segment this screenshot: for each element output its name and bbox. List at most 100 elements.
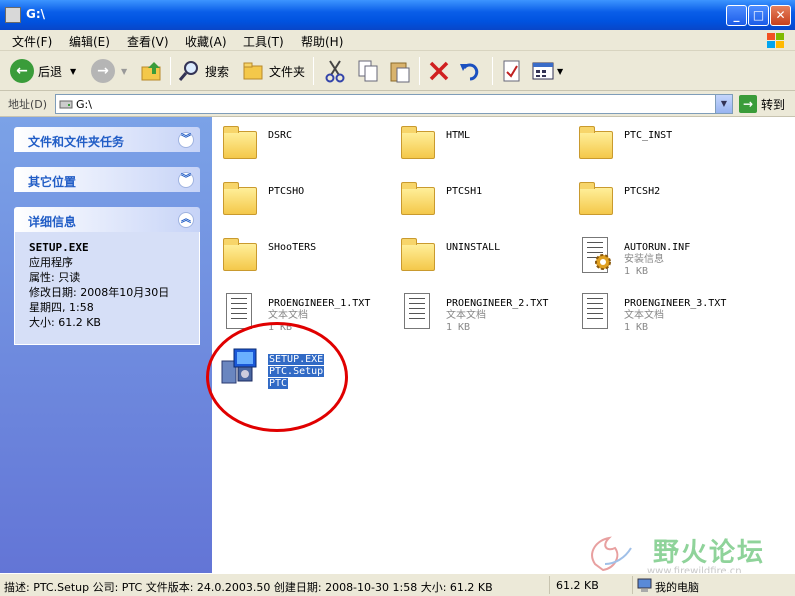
maximize-button[interactable]: □	[748, 5, 769, 26]
file-name: AUTORUN.INF	[624, 242, 691, 253]
menu-bar: 文件(F) 编辑(E) 查看(V) 收藏(A) 工具(T) 帮助(H)	[0, 30, 795, 51]
menu-help[interactable]: 帮助(H)	[301, 33, 343, 50]
folder-icon	[398, 123, 438, 163]
file-name: PTC_INST	[624, 130, 673, 141]
close-button[interactable]: ✕	[770, 5, 791, 26]
delete-icon	[429, 61, 449, 81]
toolbar: ← 后退 ▼ → ▼ 搜索 文件夹 ▼	[0, 51, 795, 91]
address-dropdown-button[interactable]: ▼	[715, 95, 732, 113]
go-label: 转到	[761, 97, 786, 112]
file-name: DSRC	[268, 130, 293, 141]
scissors-icon	[325, 60, 345, 83]
collapse-chevron-icon[interactable]: ︽	[178, 212, 194, 228]
folder-item[interactable]: PTCSH2	[576, 179, 660, 219]
folder-icon	[398, 179, 438, 219]
status-size: 61.2 KB	[556, 579, 599, 592]
file-item[interactable]: PROENGINEER_2.TXT 文本文档 1 KB	[398, 291, 548, 334]
folder-icon	[576, 179, 616, 219]
details-attributes: 属性: 只读	[29, 271, 81, 284]
details-title: 详细信息	[28, 215, 77, 229]
file-tasks-panel: 文件和文件夹任务 ︾	[14, 127, 200, 152]
folder-icon	[220, 123, 260, 163]
folder-item[interactable]: SHooTERS	[220, 235, 316, 275]
details-modified-day: 星期四, 1:58	[29, 301, 94, 314]
window-title: G:\	[26, 7, 46, 21]
properties-button[interactable]	[500, 57, 524, 85]
folders-label: 文件夹	[269, 64, 306, 79]
back-label: 后退	[38, 64, 63, 79]
paste-icon	[390, 62, 410, 83]
file-name: PTCSH1	[446, 186, 483, 197]
file-tasks-header[interactable]: 文件和文件夹任务 ︾	[14, 127, 200, 152]
menu-favorites[interactable]: 收藏(A)	[185, 33, 227, 50]
folder-icon	[398, 235, 438, 275]
title-bar[interactable]: G:\ _ □ ✕	[0, 0, 795, 30]
file-name: PTCSHO	[268, 186, 305, 197]
delete-button[interactable]	[427, 57, 451, 85]
expand-chevron-icon[interactable]: ︾	[178, 172, 194, 188]
copy-icon	[358, 60, 378, 82]
address-input[interactable]: G:\ ▼	[55, 94, 733, 114]
setup-info-icon	[576, 235, 616, 275]
folder-item[interactable]: PTCSHO	[220, 179, 304, 219]
file-tasks-title: 文件和文件夹任务	[28, 135, 125, 149]
file-type: 安装信息	[624, 254, 664, 265]
file-name: PROENGINEER_3.TXT	[624, 298, 727, 309]
details-panel: 详细信息 ︽ SETUP.EXE 应用程序 属性: 只读 修改日期: 2008年…	[14, 207, 200, 345]
cut-button[interactable]	[323, 57, 347, 85]
file-name: PTCSH2	[624, 186, 661, 197]
folders-button[interactable]: 文件夹	[241, 57, 305, 85]
folder-icon	[220, 235, 260, 275]
task-pane: 文件和文件夹任务 ︾ 其它位置 ︾ 详细信息 ︽ SETUP.EXE 应用程序 …	[0, 117, 212, 573]
views-icon	[532, 62, 554, 80]
up-folder-icon	[141, 62, 161, 81]
watermark-text: 野火论坛	[653, 538, 766, 568]
details-header[interactable]: 详细信息 ︽	[14, 207, 200, 232]
search-button[interactable]: 搜索	[177, 57, 229, 85]
file-item[interactable]: PROENGINEER_3.TXT 文本文档 1 KB	[576, 291, 726, 334]
folder-icon	[220, 179, 260, 219]
go-arrow-icon: →	[739, 95, 757, 113]
folder-item[interactable]: PTC_INST	[576, 123, 672, 163]
folder-item[interactable]: DSRC	[220, 123, 292, 163]
undo-button[interactable]	[458, 57, 482, 85]
other-places-panel: 其它位置 ︾	[14, 167, 200, 192]
forward-button[interactable]: → ▼	[91, 57, 127, 85]
details-body: SETUP.EXE 应用程序 属性: 只读 修改日期: 2008年10月30日 …	[14, 232, 200, 345]
file-type: 文本文档	[446, 310, 486, 321]
file-name: HTML	[446, 130, 471, 141]
file-item[interactable]: AUTORUN.INF 安装信息 1 KB	[576, 235, 690, 278]
back-button[interactable]: ← 后退 ▼	[10, 57, 76, 85]
text-document-icon	[576, 291, 616, 331]
properties-icon	[503, 60, 520, 82]
details-modified: 修改日期: 2008年10月30日	[29, 286, 170, 299]
menu-file[interactable]: 文件(F)	[12, 33, 52, 50]
expand-chevron-icon[interactable]: ︾	[178, 132, 194, 148]
text-document-icon	[398, 291, 438, 331]
file-type: 文本文档	[268, 310, 308, 321]
minimize-button[interactable]: _	[726, 5, 747, 26]
folder-item[interactable]: HTML	[398, 123, 470, 163]
file-size: 1 KB	[446, 322, 471, 333]
address-bar: 地址(D) G:\ ▼ → 转到	[0, 91, 795, 117]
folder-item[interactable]: UNINSTALL	[398, 235, 500, 275]
menu-tools[interactable]: 工具(T)	[243, 33, 284, 50]
search-icon	[178, 61, 198, 81]
up-folder-button[interactable]	[140, 57, 164, 85]
other-places-header[interactable]: 其它位置 ︾	[14, 167, 200, 192]
folder-item[interactable]: PTCSH1	[398, 179, 482, 219]
search-label: 搜索	[205, 64, 230, 79]
drive-icon	[59, 100, 73, 109]
paste-button[interactable]	[388, 57, 412, 85]
other-places-title: 其它位置	[28, 175, 77, 189]
copy-button[interactable]	[356, 57, 380, 85]
drive-icon	[5, 7, 21, 23]
details-filename: SETUP.EXE	[29, 241, 89, 254]
folders-icon	[243, 62, 263, 80]
my-computer-icon	[637, 578, 652, 592]
menu-view[interactable]: 查看(V)	[127, 33, 169, 50]
go-button[interactable]: → 转到	[739, 95, 785, 113]
views-button[interactable]: ▼	[531, 57, 563, 85]
file-name: PROENGINEER_1.TXT	[268, 298, 371, 309]
menu-edit[interactable]: 编辑(E)	[69, 33, 110, 50]
